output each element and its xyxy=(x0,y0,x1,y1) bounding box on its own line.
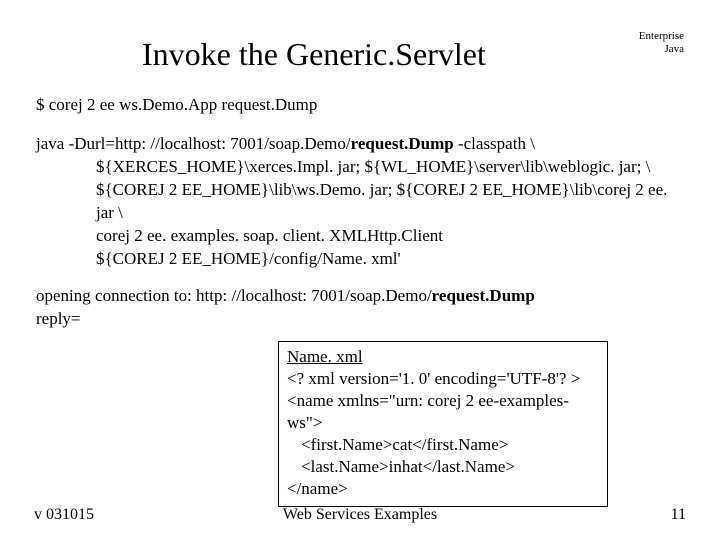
inv-line3: ${COREJ 2 EE_HOME}\lib\ws.Demo. jar; ${C… xyxy=(36,179,686,225)
xml-l1: <? xml version='1. 0' encoding='UTF-8'? … xyxy=(287,369,580,388)
command-line: $ corej 2 ee ws.Demo.App request.Dump xyxy=(36,95,686,115)
output-text: opening connection to: http: //localhost… xyxy=(36,285,686,331)
xml-l4: <last.Name>inhat</last.Name> xyxy=(287,456,599,478)
inv-line1-bold: request.Dump xyxy=(351,134,454,153)
out-line1-bold: request.Dump xyxy=(432,286,535,305)
xml-l2: <name xmlns="urn: corej 2 ee-examples-ws… xyxy=(287,391,569,432)
inv-line1-post: -classpath \ xyxy=(454,134,535,153)
inv-line2: ${XERCES_HOME}\xerces.Impl. jar; ${WL_HO… xyxy=(36,156,686,179)
xml-l5: </name> xyxy=(287,479,348,498)
out-line1-pre: opening connection to: http: //localhost… xyxy=(36,286,432,305)
corner-label: Enterprise Java xyxy=(639,30,684,55)
slide-title: Invoke the Generic.Servlet xyxy=(142,36,486,73)
inv-line5: ${COREJ 2 EE_HOME}/config/Name. xml' xyxy=(36,248,686,271)
inv-line4: corej 2 ee. examples. soap. client. XMLH… xyxy=(36,225,686,248)
out-line2: reply= xyxy=(36,309,81,328)
xml-box: Name. xml <? xml version='1. 0' encoding… xyxy=(278,341,608,508)
inv-line1-pre: java -Durl=http: //localhost: 7001/soap.… xyxy=(36,134,351,153)
footer: v 031015 Web Services Examples 11 xyxy=(34,506,686,524)
java-invocation: java -Durl=http: //localhost: 7001/soap.… xyxy=(36,133,686,271)
footer-center: Web Services Examples xyxy=(34,506,686,524)
xml-l3: <first.Name>cat</first.Name> xyxy=(287,434,599,456)
xml-title: Name. xml xyxy=(287,347,363,366)
